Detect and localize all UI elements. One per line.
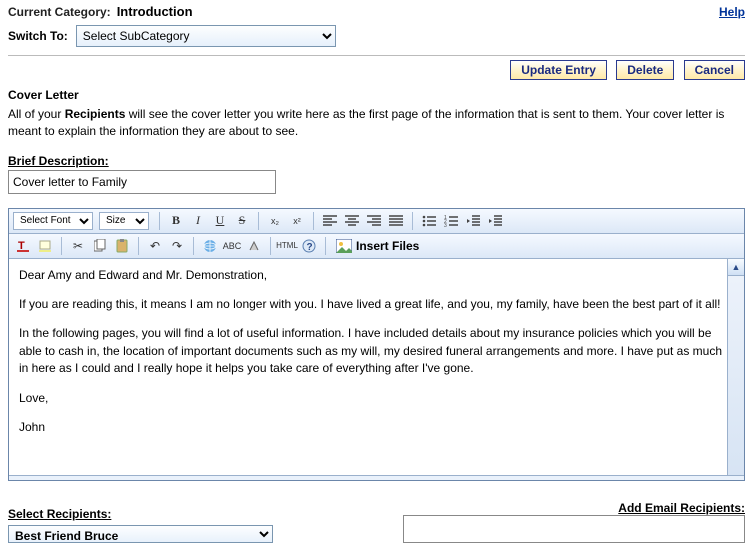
cut-button[interactable]: ✂ (68, 236, 88, 256)
bold-button[interactable]: B (166, 211, 186, 231)
delete-button[interactable]: Delete (616, 60, 674, 80)
bullet-list-button[interactable] (419, 211, 439, 231)
font-select[interactable]: Select Font (13, 212, 93, 230)
add-email-input[interactable] (403, 515, 745, 543)
html-button[interactable]: HTML (277, 236, 297, 256)
copy-button[interactable] (90, 236, 110, 256)
highlight-button[interactable] (35, 236, 55, 256)
subscript-button[interactable]: x₂ (265, 211, 285, 231)
text-color-button[interactable]: T (13, 236, 33, 256)
svg-text:3: 3 (444, 223, 447, 227)
cancel-button[interactable]: Cancel (684, 60, 745, 80)
redo-button[interactable]: ↷ (167, 236, 187, 256)
current-category-label: Current Category: (8, 5, 111, 19)
editor-scrollbar[interactable]: ▲ (727, 259, 744, 475)
current-category-value: Introduction (117, 4, 193, 19)
editor-body[interactable]: Dear Amy and Edward and Mr. Demonstratio… (9, 259, 744, 475)
editor-toolbar-row1: Select Font Size B I U S x₂ x² 123 (9, 209, 744, 234)
switch-to-label: Switch To: (8, 29, 68, 43)
editor-paragraph: If you are reading this, it means I am n… (19, 296, 734, 313)
cover-letter-title: Cover Letter (8, 88, 745, 102)
divider (8, 55, 745, 56)
outdent-button[interactable] (463, 211, 483, 231)
recipients-select[interactable]: Best Friend Bruce (8, 525, 273, 543)
undo-button[interactable]: ↶ (145, 236, 165, 256)
clean-button[interactable] (244, 236, 264, 256)
align-right-button[interactable] (364, 211, 384, 231)
image-icon (336, 239, 352, 253)
link-button[interactable] (200, 236, 220, 256)
editor-paragraph: In the following pages, you will find a … (19, 325, 734, 377)
strikethrough-button[interactable]: S (232, 211, 252, 231)
update-entry-button[interactable]: Update Entry (510, 60, 607, 80)
add-email-recipients-label: Add Email Recipients: (403, 501, 745, 515)
editor-resize-handle[interactable] (9, 475, 744, 480)
editor-paragraph: Love, (19, 390, 734, 407)
align-justify-button[interactable] (386, 211, 406, 231)
brief-description-label: Brief Description: (8, 154, 109, 168)
select-recipients-label: Select Recipients: (8, 507, 273, 521)
italic-button[interactable]: I (188, 211, 208, 231)
indent-button[interactable] (485, 211, 505, 231)
align-left-button[interactable] (320, 211, 340, 231)
editor-paragraph: John (19, 419, 734, 436)
underline-button[interactable]: U (210, 211, 230, 231)
spellcheck-button[interactable]: ABC (222, 236, 242, 256)
size-select[interactable]: Size (99, 212, 149, 230)
insert-files-button[interactable]: Insert Files (332, 239, 423, 253)
rich-text-editor: Select Font Size B I U S x₂ x² 123 T (8, 208, 745, 481)
editor-paragraph: Dear Amy and Edward and Mr. Demonstratio… (19, 267, 734, 284)
paste-button[interactable] (112, 236, 132, 256)
help-icon[interactable]: ? (299, 236, 319, 256)
editor-toolbar-row2: T ✂ ↶ ↷ ABC HTML ? Insert Files (9, 234, 744, 259)
svg-text:?: ? (307, 242, 313, 253)
brief-description-input[interactable] (8, 170, 276, 194)
superscript-button[interactable]: x² (287, 211, 307, 231)
subcategory-select[interactable]: Select SubCategory (76, 25, 336, 47)
cover-letter-description: All of your Recipients will see the cove… (8, 106, 745, 140)
help-link[interactable]: Help (719, 5, 745, 19)
number-list-button[interactable]: 123 (441, 211, 461, 231)
align-center-button[interactable] (342, 211, 362, 231)
scroll-up-icon[interactable]: ▲ (728, 259, 744, 276)
